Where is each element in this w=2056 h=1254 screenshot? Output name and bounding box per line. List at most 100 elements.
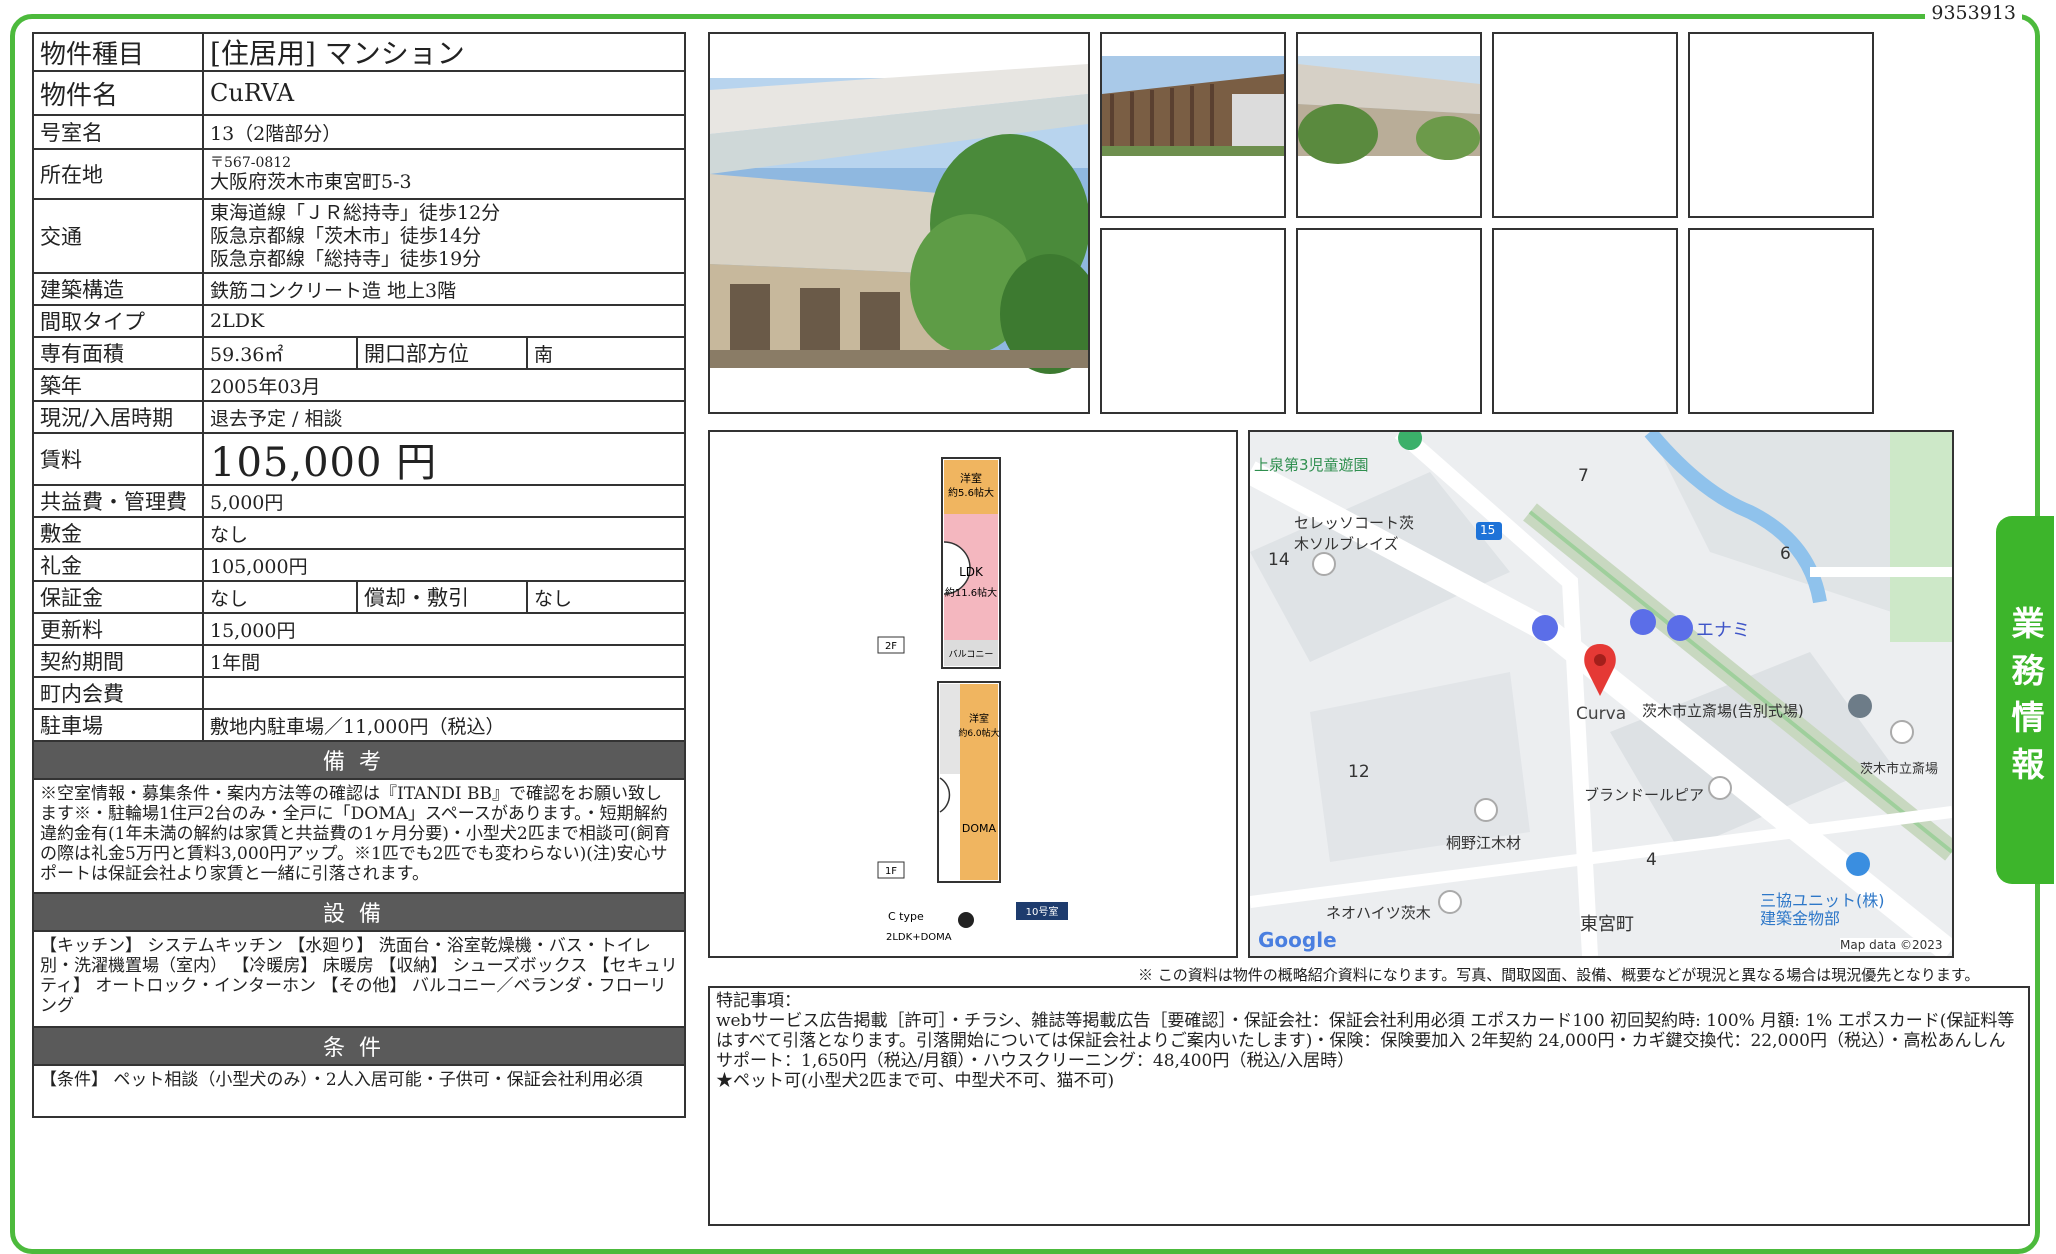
building-photo (710, 64, 1088, 374)
special-notes-heading: 特記事項： (716, 991, 801, 1011)
value-fee: 5,000円 (210, 491, 284, 514)
entrance-photo (1102, 56, 1284, 156)
row-renewal: 更新料 15,000円 (32, 614, 686, 646)
business-info-tab[interactable]: 業務情報 (1996, 516, 2054, 884)
map-route-label: 15 (1480, 523, 1496, 537)
thumbnail-empty[interactable] (1296, 228, 1482, 414)
row-key-money: 礼金 105,000円 (32, 550, 686, 582)
thumbnail-empty[interactable] (1492, 228, 1678, 414)
row-access: 交通 東海道線「ＪＲ総持寺」徒歩12分 阪急京都線「茨木市」徒歩14分 阪急京都… (32, 200, 686, 274)
row-address: 所在地 〒567-0812 大阪府茨木市東宮町5-3 (32, 150, 686, 200)
fp-room2-label: 洋室 (969, 712, 989, 725)
thumbnail-empty[interactable] (1492, 32, 1678, 218)
value-parking: 敷地内駐車場／11,000円（税込） (210, 715, 505, 738)
label-property-name: 物件名 (34, 72, 204, 114)
map-shop-label: エナミ (1696, 620, 1750, 641)
fp-1f-label: 1F (885, 866, 897, 877)
address-text: 大阪府茨木市東宮町5-3 (210, 170, 412, 193)
value-built: 2005年03月 (210, 375, 321, 398)
label-area: 専有面積 (34, 338, 204, 368)
value-term: 1年間 (210, 651, 261, 674)
map-hall2-label: 茨木市立斎場 (1860, 762, 1939, 777)
google-logo: Google (1258, 928, 1337, 952)
row-structure: 建築構造 鉄筋コンクリート造 地上3階 (32, 274, 686, 306)
label-fee: 共益費・管理費 (34, 486, 204, 516)
equipment-heading: 設備 (32, 894, 686, 932)
remarks-text: ※空室情報・募集条件・案内方法等の確認は『ITANDI BB』で確認をお願い致し… (32, 780, 686, 894)
fp-type-detail: 2LDK+DOMA (886, 932, 952, 943)
map-wood-label: 桐野江木材 (1446, 834, 1522, 852)
row-rent: 賃料 105,000 円 (32, 434, 686, 486)
row-guarantee: 保証金 なし 償却・敷引 なし (32, 582, 686, 614)
label-layout: 間取タイプ (34, 306, 204, 336)
main-photo[interactable] (708, 32, 1090, 414)
value-structure: 鉄筋コンクリート造 地上3階 (210, 279, 457, 302)
fp-type: C type (888, 910, 924, 923)
map-company-label: 三協ユニット(株) 建築金物部 (1760, 891, 1885, 928)
thumbnail-photo[interactable] (1296, 32, 1482, 218)
fp-room1-size: 約5.6帖大 (948, 486, 994, 499)
postal-code: 〒567-0812 (210, 154, 292, 171)
value-room: 13（2階部分） (210, 122, 342, 145)
label-guarantee: 保証金 (34, 582, 204, 612)
value-deposit: なし (210, 523, 249, 546)
property-info-table: 物件種目 [住居用] マンション 物件名 CuRVA 号室名 13（2階部分） … (32, 32, 686, 1118)
value-amortization: なし (534, 587, 573, 610)
row-property-name: 物件名 CuRVA (32, 72, 686, 116)
fp-balcony-label: バルコニー (949, 649, 994, 660)
value-key-money: 105,000円 (210, 555, 308, 578)
special-notes-line: webサービス広告掲載［許可］・チラシ、雑誌等掲載広告［要確認］・保証会社：保証… (716, 1011, 2015, 1071)
value-property-name: CuRVA (210, 79, 295, 107)
label-room: 号室名 (34, 116, 204, 148)
thumbnail-empty[interactable] (1688, 32, 1874, 218)
value-town-fee (204, 678, 684, 708)
floor-plan-drawing: 洋室 約5.6帖大 LDK 約11.6帖大 バルコニー 2F 洋室 約6.0帖大… (877, 457, 1068, 943)
label-key-money: 礼金 (34, 550, 204, 580)
row-parking: 駐車場 敷地内駐車場／11,000円（税込） (32, 710, 686, 742)
map-hall-label: 茨木市立斎場(告別式場) (1642, 702, 1804, 720)
map-block-number: 7 (1578, 466, 1589, 486)
row-layout: 間取タイプ 2LDK (32, 306, 686, 338)
map-target-label: Curva (1576, 704, 1627, 724)
value-guarantee: なし (204, 582, 358, 612)
value-status: 退去予定 / 相談 (210, 407, 343, 430)
row-deposit: 敷金 なし (32, 518, 686, 550)
label-deposit: 敷金 (34, 518, 204, 548)
map-block-number: 4 (1646, 850, 1657, 870)
map-credit: Map data ©2023 (1840, 938, 1943, 952)
row-room: 号室名 13（2階部分） (32, 116, 686, 150)
thumbnail-empty[interactable] (1688, 228, 1874, 414)
thumbnail-photo[interactable] (1100, 32, 1286, 218)
value-property-type: [住居用] マンション (210, 37, 465, 70)
map-building1-label: セレッソコート茨木ソルブレイズ (1294, 514, 1415, 553)
row-property-type: 物件種目 [住居用] マンション (32, 32, 686, 72)
row-town-fee: 町内会費 (32, 678, 686, 710)
conditions-text: 【条件】 ペット相談（小型犬のみ）・2人入居可能・子供可・保証会社利用必須 (32, 1066, 686, 1118)
corridor-photo (1298, 56, 1480, 164)
access-line: 東海道線「ＪＲ総持寺」徒歩12分 (210, 201, 501, 224)
label-facing: 開口部方位 (358, 338, 528, 368)
label-renewal: 更新料 (34, 614, 204, 644)
fp-ldk-label: LDK (959, 565, 984, 579)
map-building2-label: ブランドールピア (1584, 786, 1705, 804)
label-rent: 賃料 (34, 434, 204, 484)
location-map[interactable]: 上泉第3児童遊園 セレッソコート茨木ソルブレイズ 15 エナミ Curva 茨木… (1248, 430, 1954, 958)
label-access: 交通 (34, 200, 204, 272)
floor-plan[interactable]: 洋室 約5.6帖大 LDK 約11.6帖大 バルコニー 2F 洋室 約6.0帖大… (708, 430, 1238, 958)
value-area: 59.36㎡ (204, 338, 358, 368)
map-town-label: 東宮町 (1580, 914, 1634, 935)
value-address: 〒567-0812 大阪府茨木市東宮町5-3 (204, 150, 684, 198)
access-line: 阪急京都線「茨木市」徒歩14分 (210, 224, 482, 247)
map-block-number: 6 (1780, 544, 1791, 564)
document-id: 9353913 (1925, 2, 2022, 24)
disclaimer-note: ※ この資料は物件の概略紹介資料になります。写真、間取図面、設備、概要などが現況… (1138, 966, 1980, 984)
map-background (1250, 432, 1952, 956)
thumbnail-empty[interactable] (1100, 228, 1286, 414)
conditions-heading: 条件 (32, 1028, 686, 1066)
fp-unit-badge: 10号室 (1026, 905, 1059, 918)
label-structure: 建築構造 (34, 274, 204, 304)
value-rent: 105,000 円 (210, 440, 438, 486)
row-fee: 共益費・管理費 5,000円 (32, 486, 686, 518)
row-area: 専有面積 59.36㎡ 開口部方位 南 (32, 338, 686, 370)
map-heights-label: ネオハイツ茨木 (1326, 904, 1431, 922)
